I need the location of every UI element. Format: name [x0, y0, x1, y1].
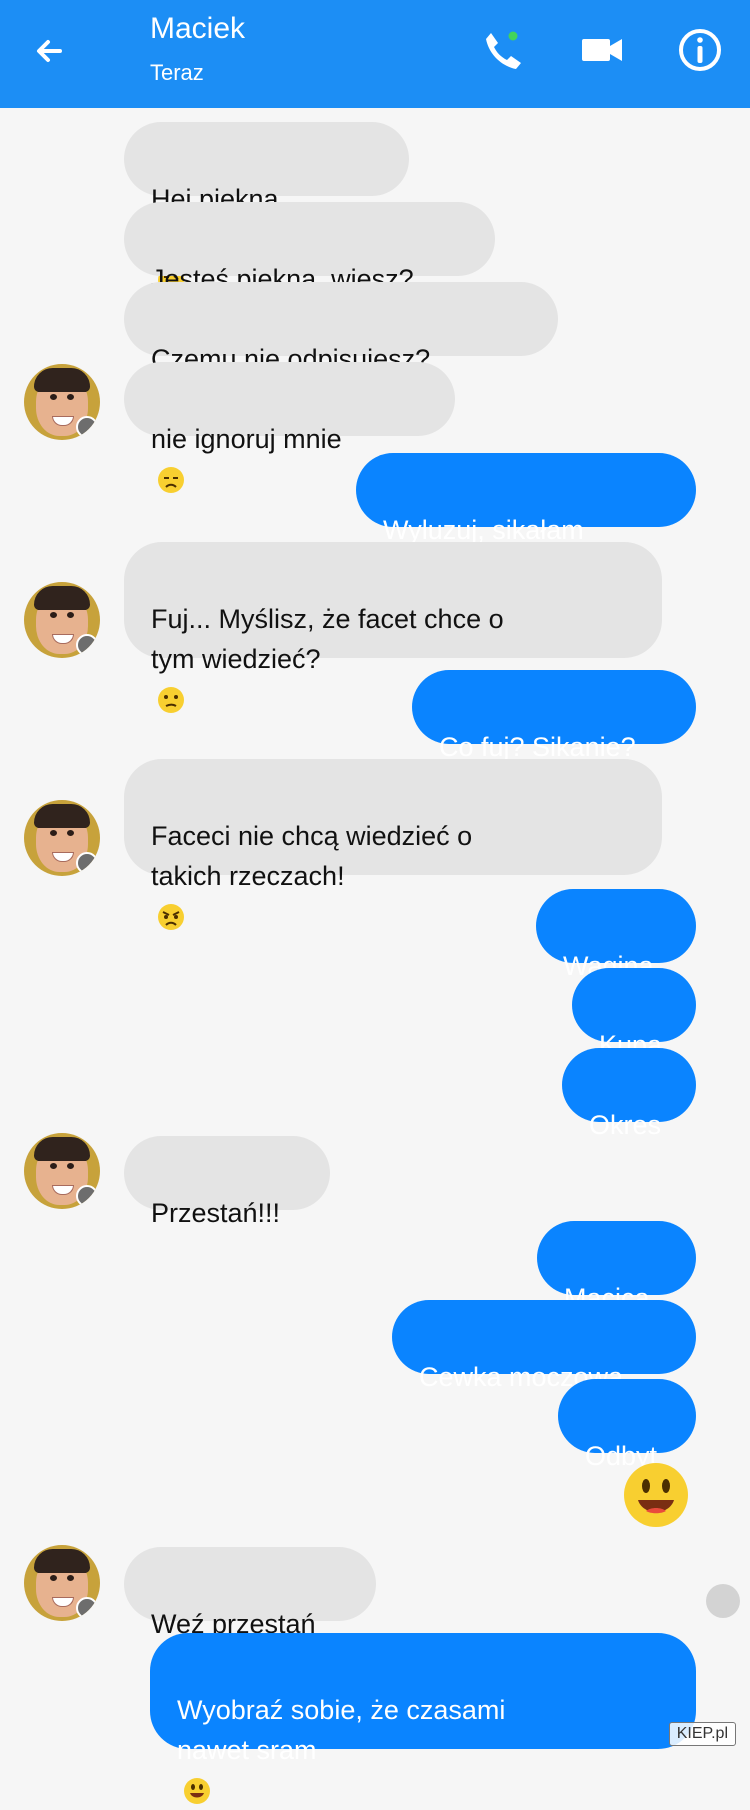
message-text: Wyobraź sobie, że czasami nawet sram [177, 1695, 506, 1765]
incoming-message[interactable]: Jesteś piękna, wiesz? [124, 202, 495, 294]
incoming-message[interactable]: nie ignoruj mnie [124, 362, 455, 493]
outgoing-message[interactable]: Cewka moczowa [392, 1300, 696, 1392]
outgoing-message[interactable]: Wyluzuj, sikałam [356, 453, 696, 584]
message-text: Faceci nie chcą wiedzieć o takich rzecza… [151, 821, 473, 891]
smile-emoji-icon [184, 1778, 210, 1804]
confused-emoji-icon [158, 687, 184, 713]
message-text: Okres [589, 1110, 662, 1140]
incoming-message[interactable]: Fuj... Myślisz, że facet chce o tym wied… [124, 542, 662, 713]
contact-avatar[interactable] [24, 364, 100, 440]
message-text: nie ignoruj mnie [151, 424, 342, 454]
contact-name[interactable]: Maciek [150, 12, 245, 46]
phone-call-icon[interactable] [475, 26, 523, 74]
chat-header: Maciek Teraz [0, 0, 750, 108]
facebook-badge-icon [76, 852, 98, 874]
active-status: Teraz [150, 60, 204, 85]
outgoing-message[interactable]: Kupa [572, 968, 696, 1060]
kiep-watermark: KIEP.pl [668, 1722, 736, 1746]
contact-avatar[interactable] [24, 1133, 100, 1209]
video-call-icon[interactable] [578, 26, 626, 74]
incoming-message[interactable]: Hej piękna [124, 122, 409, 293]
outgoing-message[interactable]: Okres [562, 1048, 696, 1140]
message-text: Fuj... Myślisz, że facet chce o tym wied… [151, 604, 504, 674]
facebook-badge-icon [76, 1185, 98, 1207]
contact-avatar[interactable] [24, 1545, 100, 1621]
message-text: Przestań!!! [151, 1198, 281, 1228]
facebook-badge-icon [76, 634, 98, 656]
seen-indicator-avatar [706, 1584, 740, 1618]
contact-avatar[interactable] [24, 582, 100, 658]
message-text: Wyluzuj, sikałam [383, 515, 584, 545]
outgoing-message[interactable]: Wyobraź sobie, że czasami nawet sram [150, 1633, 696, 1804]
facebook-badge-icon [76, 1597, 98, 1619]
angry-emoji-icon [158, 904, 184, 930]
info-icon[interactable] [676, 26, 724, 74]
outgoing-message[interactable]: Wagina [536, 889, 696, 981]
disappointed-emoji-icon [158, 467, 184, 493]
incoming-message[interactable]: Czemu nie odpisujesz? [124, 282, 558, 413]
back-arrow-icon[interactable] [30, 30, 72, 72]
incoming-message[interactable]: Weź przestań [124, 1547, 376, 1639]
incoming-message[interactable]: Przestań!!! [124, 1136, 330, 1228]
message-text: Co fuj? Sikanie? [439, 732, 636, 762]
outgoing-message[interactable]: Macica [537, 1221, 696, 1313]
facebook-badge-icon [76, 416, 98, 438]
big-smile-emoji-icon [624, 1463, 688, 1527]
contact-avatar[interactable] [24, 800, 100, 876]
outgoing-message[interactable]: Co fuj? Sikanie? [412, 670, 696, 762]
outgoing-message[interactable]: Odbyt [558, 1379, 696, 1471]
incoming-message[interactable]: Faceci nie chcą wiedzieć o takich rzecza… [124, 759, 662, 930]
